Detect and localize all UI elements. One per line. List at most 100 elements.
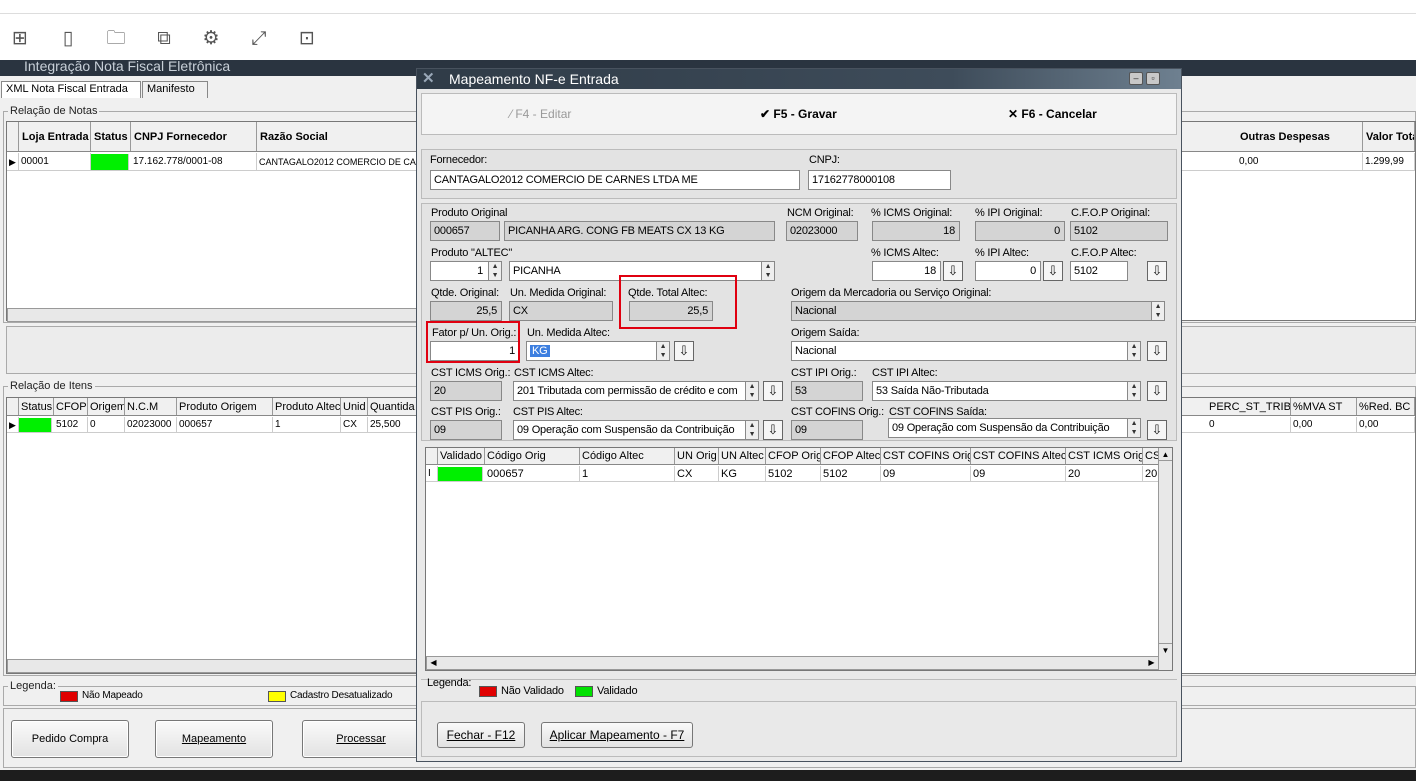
qtde-original-field[interactable]: 25,5 — [430, 301, 502, 321]
un-altec-select[interactable]: KG ▲ ▼ — [526, 341, 670, 361]
notas-hscroll[interactable] — [7, 308, 417, 322]
cst-icms-altec-select[interactable]: 201 Tributada com permissão de crédito e… — [513, 381, 759, 401]
tab-manifesto[interactable]: Manifesto — [142, 81, 208, 98]
cst-ipi-altec-select[interactable]: 53 Saída Não-Tributada ▲ ▼ — [872, 381, 1141, 401]
col-razao-social[interactable]: Razão Social — [257, 122, 417, 151]
itens-hscroll[interactable] — [7, 659, 417, 673]
cfop-altec-field[interactable]: 5102 — [1070, 261, 1128, 281]
dropdown-icon[interactable]: ▲ ▼ — [745, 421, 758, 439]
col-quantidade[interactable]: Quantida — [368, 398, 417, 415]
col-perc-st-trib[interactable]: PERC_ST_TRIB — [1207, 398, 1291, 415]
cancel-command[interactable]: ✕ F6 - Cancelar — [1008, 107, 1097, 121]
dropdown-icon[interactable]: ▲ ▼ — [1127, 382, 1140, 400]
scroll-left-icon[interactable]: ◀ — [427, 657, 440, 669]
col-cnpj-fornecedor[interactable]: CNPJ Fornecedor — [131, 122, 257, 151]
col-status[interactable]: Status — [91, 122, 131, 151]
col-status[interactable]: Status — [19, 398, 54, 415]
lookup-icon[interactable]: ⇩ — [674, 341, 694, 361]
scroll-up-icon[interactable]: ▲ — [1159, 448, 1172, 461]
dropdown-icon[interactable]: ▲ ▼ — [761, 262, 774, 280]
col-unid[interactable]: Unid — [341, 398, 368, 415]
fornecedor-field[interactable]: CANTAGALO2012 COMERCIO DE CARNES LTDA ME — [430, 170, 800, 190]
fechar-button[interactable]: Fechar - F12 — [437, 722, 525, 748]
spin-icon[interactable]: ▲ ▼ — [488, 262, 501, 280]
tab-xml-nota-fiscal[interactable]: XML Nota Fiscal Entrada — [1, 81, 141, 98]
edit-command[interactable]: ⁄ F4 - Editar — [510, 107, 571, 121]
col-codigo-orig[interactable]: Código Orig — [485, 448, 580, 464]
produto-altec-code-field[interactable]: 1 ▲ ▼ — [430, 261, 502, 281]
ncm-original-field[interactable]: 02023000 — [786, 221, 858, 241]
col-loja-entrada[interactable]: Loja Entrada — [19, 122, 91, 151]
cst-icms-orig-field[interactable]: 20 — [430, 381, 502, 401]
col-outras-despesas[interactable]: Outras Despesas — [1237, 122, 1363, 151]
mapping-grid-vscroll[interactable]: ▲ ▼ — [1158, 448, 1172, 670]
table-row[interactable]: I 000657 1 CX KG 5102 5102 09 09 20 20 — [426, 466, 1159, 482]
lookup-icon[interactable]: ⇩ — [1043, 261, 1063, 281]
col-ncm[interactable]: N.C.M — [125, 398, 177, 415]
cnpj-field[interactable]: 17162778000108 — [808, 170, 951, 190]
mapping-grid-hscroll[interactable]: ◀ ▶ — [426, 656, 1159, 670]
col-codigo-altec[interactable]: Código Altec — [580, 448, 675, 464]
cst-cofins-saida-select[interactable]: 09 Operação com Suspensão da Contribuiçã… — [888, 418, 1141, 438]
cst-cofins-orig-field[interactable]: 09 — [791, 420, 863, 440]
col-mva-st[interactable]: %MVA ST — [1291, 398, 1357, 415]
save-command[interactable]: ✔ F5 - Gravar — [760, 107, 837, 121]
lookup-icon[interactable]: ⇩ — [1147, 420, 1167, 440]
col-cst-icms-orig[interactable]: CST ICMS Orig — [1066, 448, 1143, 464]
col-produto-origem[interactable]: Produto Origem — [177, 398, 273, 415]
ipi-original-field[interactable]: 0 — [975, 221, 1065, 241]
icms-original-field[interactable]: 18 — [872, 221, 960, 241]
dropdown-icon[interactable]: ▲ ▼ — [1151, 302, 1164, 320]
lookup-icon[interactable]: ⇩ — [1147, 341, 1167, 361]
dropdown-icon[interactable]: ▲ ▼ — [656, 342, 669, 360]
copy-icon[interactable]: ⧉ — [152, 26, 176, 50]
aplicar-mapeamento-button[interactable]: Aplicar Mapeamento - F7 — [541, 722, 693, 748]
restore-icon[interactable]: ▫ — [1146, 72, 1160, 85]
col-un-altec[interactable]: UN Altec — [719, 448, 766, 464]
col-cfop[interactable]: CFOP — [54, 398, 88, 415]
processar-button[interactable]: Processar — [302, 720, 420, 758]
scroll-right-icon[interactable]: ▶ — [1145, 657, 1158, 669]
dialog-titlebar[interactable]: ✕ Mapeamento NF-e Entrada – ▫ — [417, 69, 1181, 89]
lookup-icon[interactable]: ⇩ — [943, 261, 963, 281]
folder-icon[interactable]: 🗀 — [104, 26, 128, 50]
mapeamento-button[interactable]: Mapeamento — [155, 720, 273, 758]
col-red-bc[interactable]: %Red. BC S — [1357, 398, 1415, 415]
col-validado[interactable]: Validado — [438, 448, 485, 464]
col-cst-cofins-orig[interactable]: CST COFINS Orig — [881, 448, 971, 464]
lookup-icon[interactable]: ⇩ — [763, 420, 783, 440]
col-cfop-orig[interactable]: CFOP Orig — [766, 448, 821, 464]
cst-pis-altec-select[interactable]: 09 Operação com Suspensão da Contribuiçã… — [513, 420, 759, 440]
col-origem[interactable]: Origem — [88, 398, 125, 415]
lookup-icon[interactable]: ⇩ — [1147, 261, 1167, 281]
cfop-original-field[interactable]: 5102 — [1070, 221, 1168, 241]
cst-pis-orig-field[interactable]: 09 — [430, 420, 502, 440]
lookup-icon[interactable]: ⇩ — [763, 381, 783, 401]
col-cfop-altec[interactable]: CFOP Altec — [821, 448, 881, 464]
produto-original-code-field[interactable]: 000657 — [430, 221, 500, 241]
col-un-orig[interactable]: UN Orig — [675, 448, 719, 464]
pedido-compra-button[interactable]: Pedido Compra — [11, 720, 129, 758]
lookup-icon[interactable]: ⇩ — [1147, 381, 1167, 401]
col-cs[interactable]: CS — [1143, 448, 1159, 464]
col-cst-cofins-altec[interactable]: CST COFINS Altec — [971, 448, 1066, 464]
dropdown-icon[interactable]: ▲ ▼ — [1127, 342, 1140, 360]
dropdown-icon[interactable]: ▲ ▼ — [745, 382, 758, 400]
ipi-altec-field[interactable]: 0 — [975, 261, 1041, 281]
un-original-field[interactable]: CX — [509, 301, 613, 321]
gear-icon[interactable]: ⚙ — [199, 26, 223, 50]
dropdown-icon[interactable]: ▲ ▼ — [1127, 419, 1140, 437]
origem-merc-select[interactable]: Nacional ▲ ▼ — [791, 301, 1165, 321]
icms-altec-field[interactable]: 18 — [872, 261, 941, 281]
panels-icon[interactable]: ▯ — [56, 26, 80, 50]
origem-saida-select[interactable]: Nacional ▲ ▼ — [791, 341, 1141, 361]
minimize-icon[interactable]: – — [1129, 72, 1143, 85]
cst-ipi-orig-field[interactable]: 53 — [791, 381, 863, 401]
devices-icon[interactable]: ⊡ — [295, 26, 319, 50]
produto-original-desc-field[interactable]: PICANHA ARG. CONG FB MEATS CX 13 KG — [504, 221, 775, 241]
grid-icon[interactable]: ⊞ — [8, 26, 32, 50]
col-valor-total[interactable]: Valor Total — [1363, 122, 1415, 151]
expand-icon[interactable]: ⤢ — [247, 26, 271, 50]
col-produto-altec[interactable]: Produto Altec — [273, 398, 341, 415]
scroll-down-icon[interactable]: ▼ — [1159, 643, 1172, 656]
